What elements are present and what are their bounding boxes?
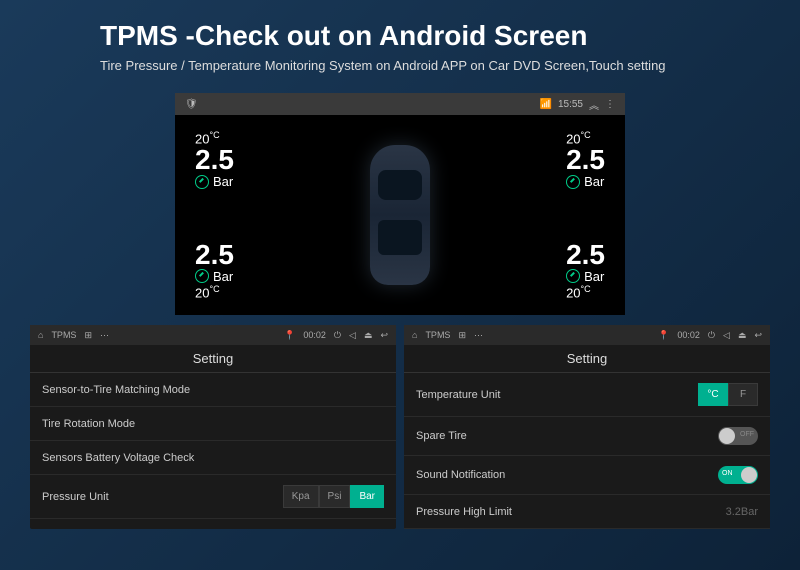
chevron-up-icon: ︽ [589,97,599,112]
more-icon[interactable]: ⋯ [100,330,109,341]
setting-label: Pressure High Limit [416,506,512,518]
gauge-icon [566,269,580,283]
home-icon[interactable]: ⌂ [38,330,43,340]
setting-label: Spare Tire [416,430,467,442]
volume-icon[interactable]: ◁ [349,330,356,341]
pressure-unit: Bar [213,174,233,189]
front-right-tire: 20°C 2.5 Bar [566,130,605,189]
power-icon[interactable]: ⏻ [334,330,341,341]
tpms-display: 20°C 2.5 Bar 2.5 Bar 20°C 20°C 2.5 Bar 2… [175,115,625,315]
unit-psi-button[interactable]: Psi [319,485,351,508]
app-name: TPMS [425,330,450,340]
wifi-icon: 📶 [540,99,552,110]
right-tire-column: 20°C 2.5 Bar 2.5 Bar 20°C [566,130,605,300]
page-header: TPMS -Check out on Android Screen Tire P… [0,0,800,83]
menu-icon: ⋮ [605,99,615,110]
pressure-reading: 2.5 [195,241,234,269]
pressure-unit: Bar [584,269,604,284]
unit-fahrenheit-button[interactable]: F [728,383,758,406]
rear-left-tire: 2.5 Bar 20°C [195,241,234,300]
location-icon: 📍 [284,330,295,341]
panel-time: 00:02 [303,330,326,340]
gauge-icon [195,175,209,189]
left-tire-column: 20°C 2.5 Bar 2.5 Bar 20°C [195,130,234,300]
panel-time: 00:02 [677,330,700,340]
setting-pressure-high-limit[interactable]: Pressure High Limit 3.2Bar [404,495,770,529]
sound-toggle[interactable]: ON [718,466,758,484]
settings-panels: ⌂ TPMS ⊞ ⋯ 📍 00:02 ⏻ ◁ ⏏ ↩ Setting Senso… [0,325,800,529]
pressure-unit: Bar [584,174,604,189]
gauge-icon [566,175,580,189]
setting-label: Sound Notification [416,469,505,481]
app-name: TPMS [51,330,76,340]
unit-kpa-button[interactable]: Kpa [283,485,319,508]
location-icon: 📍 [658,330,669,341]
page-subtitle: Tire Pressure / Temperature Monitoring S… [100,58,700,73]
setting-label: Pressure Unit [42,491,109,503]
back-icon[interactable]: ↩ [754,330,762,341]
front-left-tire: 20°C 2.5 Bar [195,130,234,189]
statusbar-time: 15:55 [558,99,583,110]
pressure-reading: 2.5 [566,241,605,269]
setting-pressure-unit: Pressure Unit Kpa Psi Bar [30,475,396,519]
window-icon[interactable]: ⊞ [84,330,92,341]
temp-unit-buttons: °C F [698,383,758,406]
pressure-high-value: 3.2Bar [726,506,758,518]
setting-battery-check[interactable]: Sensors Battery Voltage Check [30,441,396,475]
panel-statusbar: ⌂ TPMS ⊞ ⋯ 📍 00:02 ⏻ ◁ ⏏ ↩ [30,325,396,345]
temp-reading: 20°C [566,284,605,300]
home-icon[interactable]: ⌂ [412,330,417,340]
setting-sensor-matching[interactable]: Sensor-to-Tire Matching Mode [30,373,396,407]
pressure-reading: 2.5 [566,146,605,174]
more-icon[interactable]: ⋯ [474,330,483,341]
eject-icon[interactable]: ⏏ [738,330,747,341]
pressure-unit: Bar [213,269,233,284]
setting-label: Temperature Unit [416,389,500,401]
panel-statusbar: ⌂ TPMS ⊞ ⋯ 📍 00:02 ⏻ ◁ ⏏ ↩ [404,325,770,345]
left-settings-panel: ⌂ TPMS ⊞ ⋯ 📍 00:02 ⏻ ◁ ⏏ ↩ Setting Senso… [30,325,396,529]
shield-icon: 🛡 [185,99,198,110]
panel-title: Setting [30,345,396,373]
setting-tire-rotation[interactable]: Tire Rotation Mode [30,407,396,441]
temp-reading: 20°C [195,284,234,300]
page-title: TPMS -Check out on Android Screen [100,20,700,52]
power-icon[interactable]: ⏻ [708,330,715,341]
unit-celsius-button[interactable]: °C [698,383,728,406]
setting-temp-unit: Temperature Unit °C F [404,373,770,417]
pressure-reading: 2.5 [195,146,234,174]
pressure-unit-buttons: Kpa Psi Bar [283,485,384,508]
android-statusbar: 🛡 📶 15:55 ︽ ⋮ [175,93,625,115]
volume-icon[interactable]: ◁ [723,330,730,341]
window-icon[interactable]: ⊞ [458,330,466,341]
eject-icon[interactable]: ⏏ [364,330,373,341]
unit-bar-button[interactable]: Bar [350,485,384,508]
back-icon[interactable]: ↩ [380,330,388,341]
setting-spare-tire: Spare Tire OFF [404,417,770,456]
car-illustration [360,135,440,295]
spare-tire-toggle[interactable]: OFF [718,427,758,445]
tpms-main-screen: 🛡 📶 15:55 ︽ ⋮ 20°C 2.5 Bar 2.5 Bar 20°C … [175,93,625,315]
right-settings-panel: ⌂ TPMS ⊞ ⋯ 📍 00:02 ⏻ ◁ ⏏ ↩ Setting Tempe… [404,325,770,529]
setting-sound-notification: Sound Notification ON [404,456,770,495]
panel-title: Setting [404,345,770,373]
rear-right-tire: 2.5 Bar 20°C [566,241,605,300]
gauge-icon [195,269,209,283]
